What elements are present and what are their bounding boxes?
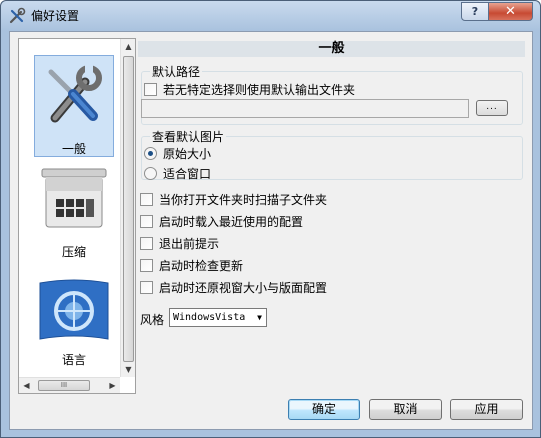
sidebar-item-general[interactable]: 一般 [34,55,114,157]
category-list: 一般 压缩 语言 [19,39,120,377]
radio-label: 原始大小 [163,147,212,161]
sidebar-horizontal-scrollbar[interactable]: ◀ III ▶ [19,377,120,393]
checkbox-box[interactable] [140,259,153,272]
help-button[interactable]: ? [461,2,489,21]
style-select-value: WindowsVista [173,312,246,323]
scroll-thumb-grip[interactable]: III [38,380,90,391]
checkbox-label: 若无特定选择则使用默认输出文件夹 [163,83,356,97]
language-icon [39,279,109,340]
scroll-thumb[interactable] [123,56,134,362]
sidebar-item-compression[interactable]: 压缩 [34,161,114,263]
close-button[interactable]: ✕ [488,2,533,21]
sidebar-vertical-scrollbar[interactable]: ▲ ▼ [120,39,135,377]
checkbox-box[interactable] [140,193,153,206]
window-title: 偏好设置 [31,9,80,23]
radio-label: 适合窗口 [163,167,212,181]
checkbox-label: 启动时载入最近使用的配置 [159,215,304,229]
group-title: 查看默认图片 [150,128,227,145]
option-check-updates[interactable]: 启动时检查更新 [140,257,243,274]
checkbox-label: 当你打开文件夹时扫描子文件夹 [159,193,328,207]
category-sidebar: 一般 压缩 语言 ▲ ▼ ◀ III ▶ [18,38,136,394]
scroll-down-arrow-icon[interactable]: ▼ [121,362,135,377]
scroll-left-arrow-icon[interactable]: ◀ [19,378,34,393]
tools-app-icon [9,7,26,24]
default-path-input[interactable] [141,99,469,118]
scroll-up-arrow-icon[interactable]: ▲ [121,39,135,54]
ok-button[interactable]: 确定 [288,399,360,420]
option-prompt-before-exit[interactable]: 退出前提示 [140,235,219,252]
group-title: 默认路径 [150,63,203,80]
sidebar-item-label: 压缩 [61,245,86,259]
radio-button[interactable] [144,147,157,160]
sidebar-item-label: 语言 [61,353,86,367]
option-restore-window-layout[interactable]: 启动时还原视窗大小与版面配置 [140,279,327,296]
scroll-right-arrow-icon[interactable]: ▶ [105,378,120,393]
option-load-recent-config[interactable]: 启动时载入最近使用的配置 [140,213,303,230]
option-scan-subfolders[interactable]: 当你打开文件夹时扫描子文件夹 [140,191,327,208]
checkbox-box[interactable] [140,281,153,294]
checkbox-box[interactable] [140,215,153,228]
checkbox-label: 启动时检查更新 [159,259,244,273]
radio-original-size[interactable]: 原始大小 [144,145,211,162]
use-default-folder-checkbox[interactable]: 若无特定选择则使用默认输出文件夹 [144,81,355,98]
checkbox-box[interactable] [140,237,153,250]
checkbox-label: 退出前提示 [159,237,220,251]
checkbox-label: 启动时还原视窗大小与版面配置 [159,281,328,295]
radio-fit-window[interactable]: 适合窗口 [144,165,211,182]
tools-icon [48,64,102,123]
checkbox-box[interactable] [144,83,157,96]
browse-button[interactable]: ... [476,100,508,116]
style-label: 风格 [140,313,165,327]
apply-button[interactable]: 应用 [450,399,523,420]
sidebar-item-label: 一般 [61,142,86,156]
preferences-window: 偏好设置 ? ✕ 一般 压缩 语言 ▲ ▼ ◀ III ▶ 一般 默认路径 若无… [0,0,541,438]
title-bar[interactable]: 偏好设置 ? ✕ [1,1,540,31]
dialog-client-area: 一般 压缩 语言 ▲ ▼ ◀ III ▶ 一般 默认路径 若无特定选择则使用默认… [9,31,533,430]
chevron-down-icon: ▼ [257,313,262,322]
section-title: 一般 [138,41,525,57]
sidebar-item-language[interactable]: 语言 [34,271,114,373]
compress-icon [41,168,107,228]
radio-button[interactable] [144,167,157,180]
style-select[interactable]: WindowsVista ▼ [169,308,267,327]
cancel-button[interactable]: 取消 [369,399,442,420]
